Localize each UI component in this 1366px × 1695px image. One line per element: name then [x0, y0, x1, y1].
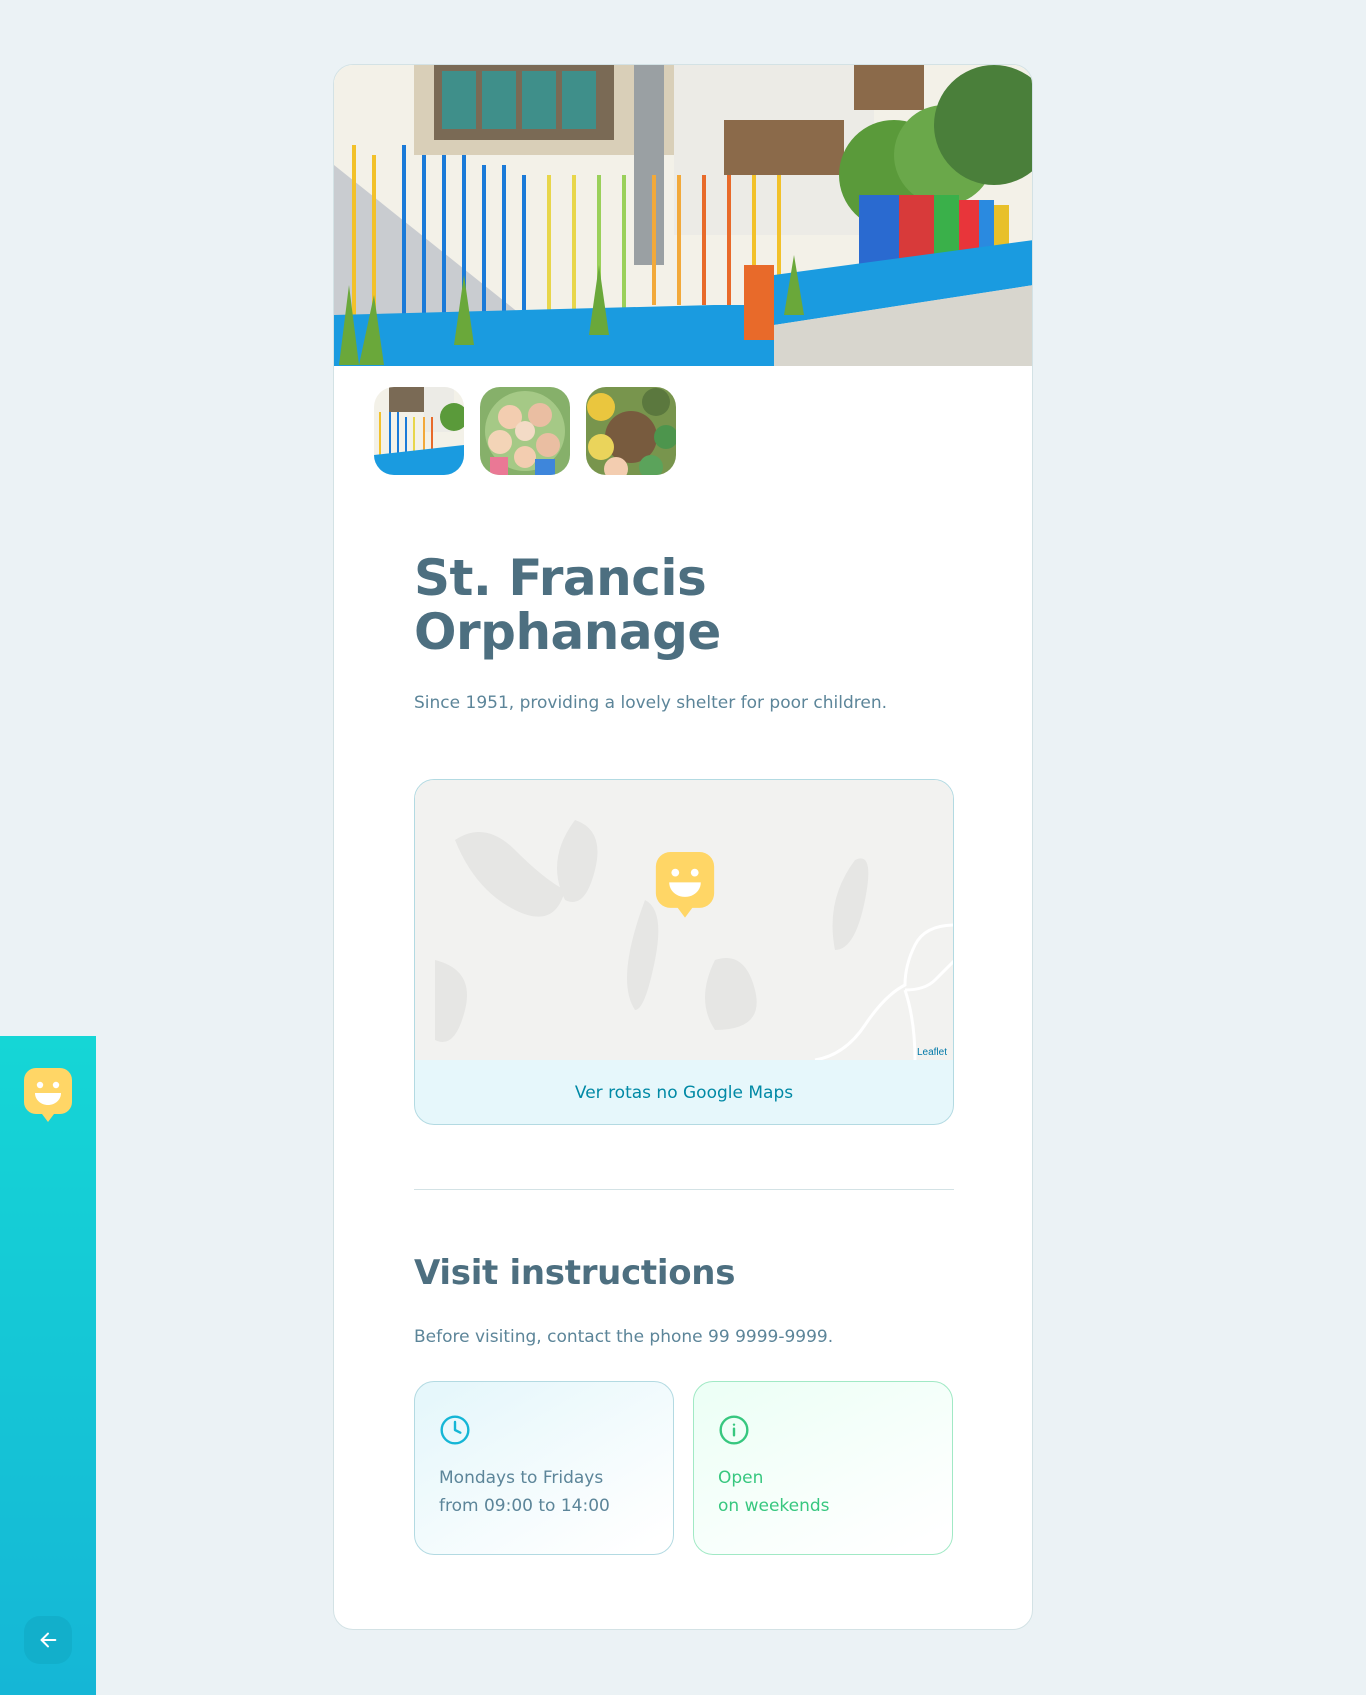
happy-pin-icon[interactable]: [24, 1068, 72, 1124]
thumbnail-building[interactable]: [374, 387, 464, 475]
happy-pin-icon[interactable]: [655, 852, 715, 920]
info-icon: [719, 1415, 749, 1445]
orphanage-details-card: St. Francis Orphanage Since 1951, provid…: [333, 64, 1033, 1630]
map-container: Leaflet Ver rotas no Google Maps: [414, 779, 954, 1125]
visit-instructions-text: Before visiting, contact the phone 99 99…: [414, 1327, 834, 1347]
divider: [414, 1189, 954, 1190]
clock-icon: [440, 1415, 470, 1445]
thumbnail-gallery: [374, 387, 676, 475]
thumbnail-children[interactable]: [480, 387, 570, 475]
arrow-left-icon: [40, 1632, 57, 1648]
weekend-box: Open on weekends: [693, 1381, 953, 1555]
orphanage-description: Since 1951, providing a lovely shelter f…: [414, 693, 888, 713]
google-maps-link[interactable]: Ver rotas no Google Maps: [575, 1083, 793, 1103]
sidebar: [0, 1036, 96, 1695]
map-footer: Ver rotas no Google Maps: [415, 1060, 953, 1124]
weekend-status: Open: [718, 1468, 764, 1488]
thumbnail-garden[interactable]: [586, 387, 676, 475]
page-title: St. Francis Orphanage: [414, 549, 721, 661]
main-photo: [334, 65, 1032, 366]
map-attribution[interactable]: Leaflet: [917, 1047, 947, 1058]
hours-time: from 09:00 to 14:00: [439, 1496, 610, 1516]
map[interactable]: Leaflet: [415, 780, 953, 1060]
orphanage-info: St. Francis Orphanage Since 1951, provid…: [414, 551, 954, 717]
weekend-detail: on weekends: [718, 1496, 830, 1516]
hours-days: Mondays to Fridays: [439, 1468, 604, 1488]
back-button[interactable]: [24, 1616, 72, 1664]
visit-instructions-title: Visit instructions: [414, 1253, 736, 1293]
opening-hours-box: Mondays to Fridays from 09:00 to 14:00: [414, 1381, 674, 1555]
